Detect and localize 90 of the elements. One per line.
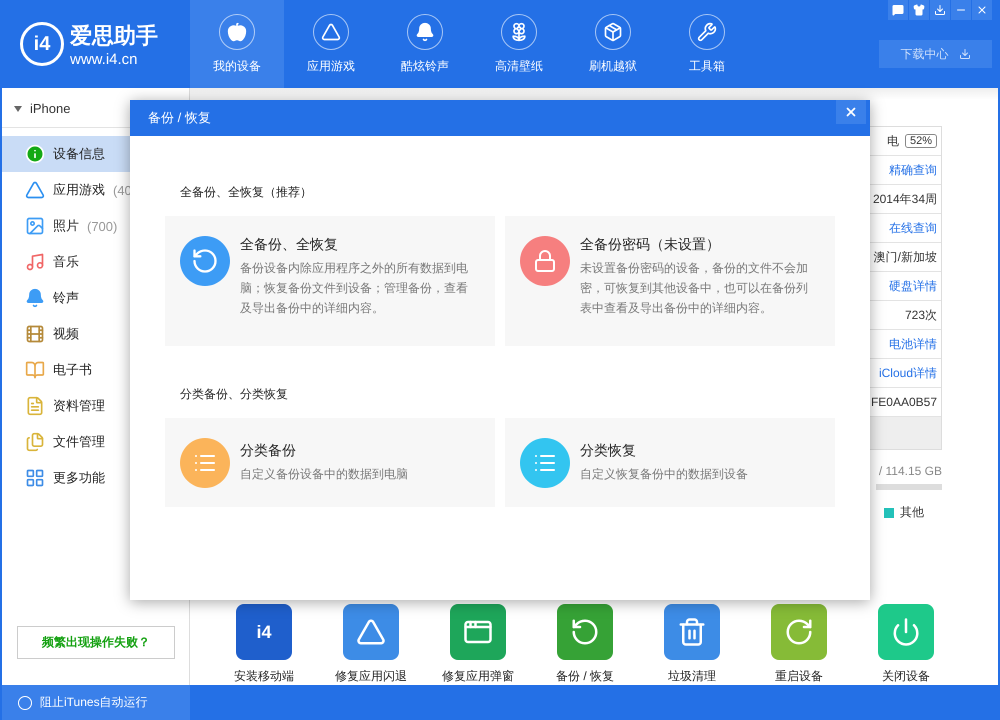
document-icon xyxy=(25,396,45,416)
option-card[interactable]: 分类备份 自定义备份设备中的数据到电脑 xyxy=(165,418,495,507)
option-card[interactable]: 全备份密码（未设置） 未设置备份密码的设备，备份的文件不会加密，可恢复到其他设备中，也可以在备份列表中查看及导出备份中的详细内容。 xyxy=(505,216,835,346)
app-url: www.i4.cn xyxy=(70,50,139,68)
download-icon xyxy=(958,48,970,60)
nav-tab[interactable]: 刷机越狱 xyxy=(566,0,660,88)
power-icon xyxy=(891,617,921,647)
option-card[interactable]: 分类恢复 自定义恢复备份中的数据到设备 xyxy=(505,418,835,507)
info-value: 澳门/新加坡 xyxy=(874,248,937,266)
book-icon xyxy=(25,360,45,380)
menu-button[interactable] xyxy=(930,0,950,20)
sidebar-label: 照片 xyxy=(53,217,79,235)
option-card[interactable]: 全备份、全恢复 备份设备内除应用程序之外的所有数据到电脑；恢复备份文件到设备；管理备份，查看及导出备份中的详细内容。 xyxy=(165,216,495,346)
close-button[interactable] xyxy=(972,0,992,20)
apple-icon xyxy=(227,22,247,42)
sidebar-label: 音乐 xyxy=(53,253,79,271)
option-description: 未设置备份密码的设备，备份的文件不会加密，可恢复到其他设备中，也可以在备份列表中查看及导出备份中的详细内容。 xyxy=(580,260,809,317)
section-title: 分类备份、分类恢复 xyxy=(180,386,289,403)
app-store-icon xyxy=(356,617,386,647)
music-note-icon xyxy=(25,252,45,272)
app-name: 爱思助手 xyxy=(70,22,158,50)
backup-icon xyxy=(570,617,600,647)
film-icon xyxy=(25,324,45,344)
tool-button[interactable]: 重启设备 xyxy=(765,604,833,685)
option-description: 备份设备内除应用程序之外的所有数据到电脑；恢复备份文件到设备；管理备份，查看及导出备份中的详细内容。 xyxy=(240,260,469,317)
sidebar-label: 文件管理 xyxy=(53,433,105,451)
app-store-icon xyxy=(25,180,45,200)
info-link[interactable]: 在线查询 xyxy=(889,220,937,236)
bell-icon xyxy=(415,22,435,42)
info-link[interactable]: 硬盘详情 xyxy=(889,278,937,294)
restart-icon xyxy=(784,617,814,647)
close-icon xyxy=(844,105,858,119)
box-icon xyxy=(603,22,623,42)
sidebar-label: 铃声 xyxy=(53,289,79,307)
close-button[interactable] xyxy=(836,100,866,124)
item-count: (700) xyxy=(87,218,118,234)
battery-level: 52% xyxy=(904,134,937,148)
option-title: 全备份密码（未设置） xyxy=(580,236,721,254)
logo-mark: i4 xyxy=(20,22,64,66)
sidebar-label: 视频 xyxy=(53,325,79,343)
sidebar-label: 电子书 xyxy=(53,361,92,379)
option-title: 分类恢复 xyxy=(580,442,637,460)
option-description: 自定义恢复备份中的数据到设备 xyxy=(580,466,749,482)
sidebar-label: 更多功能 xyxy=(53,469,105,487)
nav-tab[interactable]: 应用游戏 xyxy=(284,0,378,88)
tool-button[interactable]: i4 安装移动端 xyxy=(230,604,298,685)
sidebar-item[interactable]: 电子书 xyxy=(2,352,189,388)
option-description: 自定义备份设备中的数据到电脑 xyxy=(240,466,409,482)
close-icon xyxy=(976,4,988,16)
info-icon xyxy=(25,144,45,164)
logo-mark: i4 xyxy=(256,622,272,642)
files-icon xyxy=(25,432,45,452)
storage-total: / 114.15 GB xyxy=(878,464,942,478)
nav-tab[interactable]: 工具箱 xyxy=(660,0,754,88)
picture-icon xyxy=(25,216,45,236)
section-title: 全备份、全恢复（推荐） xyxy=(180,184,313,201)
trash-icon xyxy=(677,617,707,647)
skin-button[interactable] xyxy=(909,0,929,20)
chat-icon xyxy=(892,4,904,16)
info-link[interactable]: 电池详情 xyxy=(889,336,937,352)
storage-bar xyxy=(876,484,942,490)
wrench-icon xyxy=(697,22,717,42)
feedback-button[interactable] xyxy=(888,0,908,20)
info-value: FE0AA0B57 xyxy=(870,395,937,409)
sidebar-label: 应用游戏 xyxy=(53,181,105,199)
tool-button[interactable]: 垃圾清理 xyxy=(658,604,726,685)
tool-button[interactable]: 备份 / 恢复 xyxy=(551,604,619,685)
grid-icon xyxy=(25,468,45,488)
tool-button[interactable]: 关闭设备 xyxy=(872,604,940,685)
restore-icon xyxy=(191,247,219,275)
lock-icon xyxy=(533,249,557,273)
info-value: 723次 xyxy=(904,306,937,324)
info-link[interactable]: 精确查询 xyxy=(889,162,937,178)
tool-button[interactable]: 修复应用弹窗 xyxy=(444,604,512,685)
legend-label: 其他 xyxy=(900,504,924,521)
app-store-icon xyxy=(321,22,341,42)
bell-icon xyxy=(25,288,45,308)
option-title: 分类备份 xyxy=(240,442,297,460)
info-value: 电 xyxy=(886,132,899,150)
tool-button[interactable]: 修复应用闪退 xyxy=(337,604,405,685)
option-title: 全备份、全恢复 xyxy=(240,236,339,254)
caret-icon xyxy=(14,106,22,112)
info-value: 2014年34周 xyxy=(872,190,937,208)
nav-tab[interactable]: 高清壁纸 xyxy=(472,0,566,88)
sidebar-label: 设备信息 xyxy=(53,145,105,163)
sidebar-label: 资料管理 xyxy=(53,397,105,415)
nav-tab[interactable]: 我的设备 xyxy=(190,0,284,88)
shirt-icon xyxy=(913,4,925,16)
nav-tab[interactable]: 酷炫铃声 xyxy=(378,0,472,88)
info-link[interactable]: iCloud详情 xyxy=(878,364,937,382)
